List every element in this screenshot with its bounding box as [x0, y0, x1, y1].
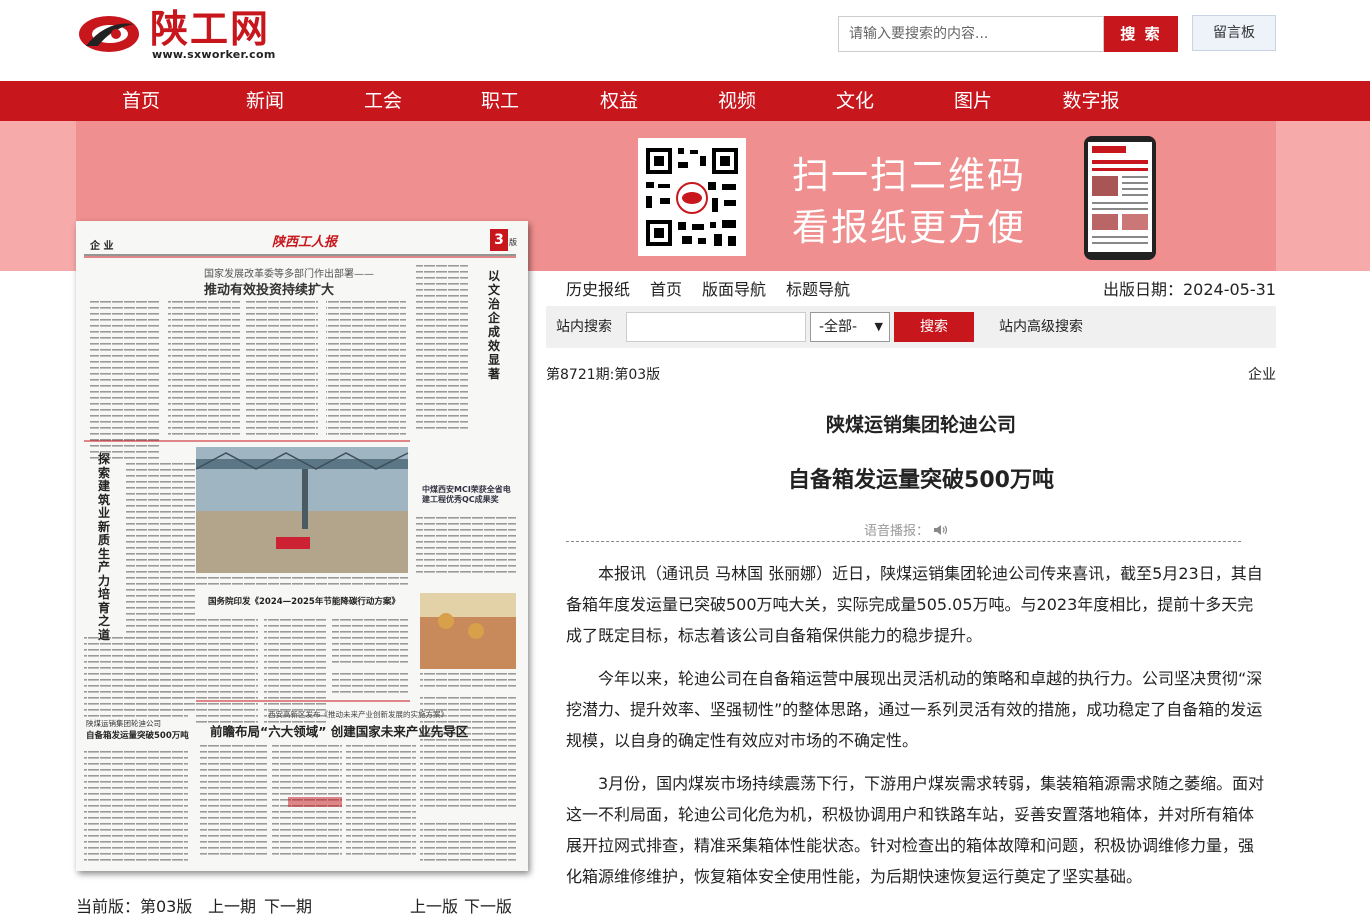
phone-illustration [1084, 136, 1156, 260]
paper-section: 企 业 [90, 241, 114, 252]
paper-headline1: 推动有效投资持续扩大 [204, 283, 335, 298]
nav-item-union[interactable]: 工会 [343, 81, 423, 121]
site-search-input[interactable] [626, 312, 806, 342]
qr-code-icon [638, 138, 746, 256]
article-paragraph: 3月份，国内煤炭市场持续震荡下行，下游用户煤炭需求转弱，集装箱箱源需求随之萎缩。… [566, 774, 1265, 886]
site-search-bar: 站内搜索 -全部- ▼ 搜索 站内高级搜索 [546, 306, 1276, 348]
divider [566, 541, 1241, 542]
banner-slogan: 扫一扫二维码 看报纸更方便 [792, 150, 1026, 254]
nav-item-video[interactable]: 视频 [697, 81, 777, 121]
current-page-label: 当前版：第03版 [76, 897, 193, 916]
paper-headline-mid: 国务院印发《2024—2025年节能降碳行动方案》 [208, 597, 400, 607]
article-paragraph: 本报讯（通讯员 马林国 张丽娜）近日，陕煤运销集团轮迪公司传来喜讯，截至5月23… [566, 564, 1263, 645]
nav-item-workers[interactable]: 职工 [460, 81, 540, 121]
site-logo[interactable]: 陕工网 www.sxworker.com [76, 6, 276, 66]
advanced-search-link[interactable]: 站内高级搜索 [999, 306, 1083, 348]
page-nav-link[interactable]: 版面导航 [702, 278, 766, 302]
phone-newspaper-icon [1088, 142, 1152, 244]
history-papers-link[interactable]: 历史报纸 [566, 278, 630, 302]
banner-line-2: 看报纸更方便 [792, 206, 1026, 249]
next-issue-link[interactable]: 下一期 [264, 893, 312, 917]
nav-item-culture[interactable]: 文化 [815, 81, 895, 121]
section-name: 企业 [1248, 367, 1276, 383]
article-paragraph: 今年以来，轮迪公司在自备箱运营中展现出灵活机动的策略和卓越的执行力。公司坚决贯彻… [566, 669, 1263, 750]
article-subtitle: 陕煤运销集团轮迪公司 [825, 414, 1016, 436]
search-button[interactable]: 搜 索 [1104, 16, 1178, 52]
nav-item-epaper[interactable]: 数字报 [1051, 81, 1131, 121]
next-page-link[interactable]: 下一版 [464, 893, 512, 917]
logo-text: 陕工网 [150, 6, 271, 51]
prev-issue-link[interactable]: 上一期 [208, 893, 256, 917]
scope-select-value: -全部- [819, 319, 858, 335]
publication-date: 出版日期：2024-05-31 [1103, 280, 1276, 299]
banner-line-1: 扫一扫二维码 [792, 154, 1026, 197]
epaper-toolbar: 历史报纸 首页 版面导航 标题导航 出版日期：2024-05-31 [546, 278, 1276, 302]
article-body: 本报讯（通讯员 马林国 张丽娜）近日，陕煤运销集团轮迪公司传来喜讯，截至5月23… [566, 558, 1266, 904]
nav-item-home[interactable]: 首页 [101, 81, 181, 121]
speaker-icon [934, 525, 948, 535]
paper-page-suffix: 版 [509, 238, 517, 247]
main-nav: 首页 新闻 工会 职工 权益 视频 文化 图片 数字报 [0, 81, 1370, 121]
home-link[interactable]: 首页 [650, 278, 682, 302]
title-nav-link[interactable]: 标题导航 [786, 278, 850, 302]
paper-page-no: 3 [490, 229, 508, 251]
site-header: 陕工网 www.sxworker.com 请输入要搜索的内容... 搜 索 留言… [0, 0, 1370, 81]
article-title: 自备箱发运量突破500万吨 [788, 468, 1054, 493]
paper-headline-big: 前瞻布局“六大领域” 创建国家未来产业先导区 [210, 724, 469, 739]
paper-headline-side: 以文治企 成效显著 [488, 269, 501, 381]
paper-headline-small2: 自备箱发运量突破500万吨 [86, 731, 189, 741]
nav-item-rights[interactable]: 权益 [579, 81, 659, 121]
newspaper-page-image[interactable]: 企 业 陕西工人报 3 版 国家发展改革委等多部门作出部署—— 推动有效投资持续… [76, 221, 528, 871]
paper-page-number: 3 [494, 232, 504, 248]
paper-headline1-kicker: 国家发展改革委等多部门作出部署—— [204, 269, 374, 280]
voice-label: 语音播报： [864, 524, 930, 539]
chevron-down-icon: ▼ [874, 320, 883, 333]
voice-broadcast[interactable]: 语音播报： [864, 520, 949, 539]
paper-headline-small1: 陕煤运销集团轮迪公司 [86, 719, 161, 728]
paper-headline-right: 中煤西安MCI荣获全省电建工程优秀QC成果奖 [422, 485, 511, 504]
newspaper-page-svg [76, 221, 528, 871]
site-search-button[interactable]: 搜索 [894, 312, 974, 342]
paper-headline-sub: 西安高新区发布《推动未来产业创新发展的实施方案》 [268, 710, 448, 719]
issue-info: 第8721期:第03版 [546, 367, 661, 383]
paper-masthead: 陕西工人报 [272, 235, 338, 250]
nav-item-news[interactable]: 新闻 [225, 81, 305, 121]
message-board-button[interactable]: 留言板 [1192, 15, 1276, 51]
site-search-label: 站内搜索 [556, 319, 612, 335]
logo-mark-icon [79, 16, 139, 52]
search-input[interactable]: 请输入要搜索的内容... [838, 16, 1104, 52]
logo-url: www.sxworker.com [152, 48, 276, 61]
prev-page-link[interactable]: 上一版 [410, 893, 458, 917]
scope-select[interactable]: -全部- ▼ [810, 312, 890, 342]
paper-headline-left: 探索建筑业新质生产力培育之道 [98, 452, 111, 642]
nav-item-photos[interactable]: 图片 [933, 81, 1013, 121]
phone-screen [1088, 142, 1152, 252]
